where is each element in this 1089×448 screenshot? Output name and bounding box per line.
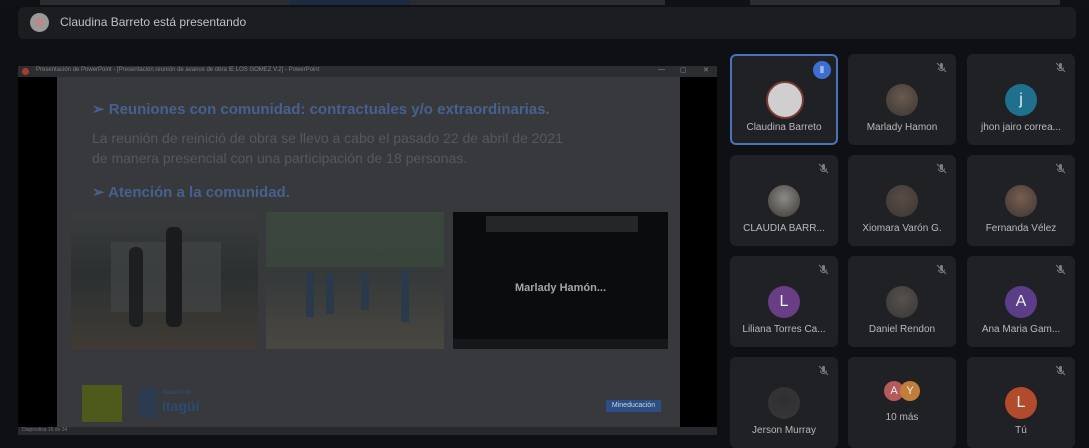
slide-body-line: La reunión de reinició de obra se llevo … [92,130,563,146]
participant-avatar: j [1005,84,1037,116]
participant-avatar [768,185,800,217]
mic-off-icon [818,163,829,177]
video-call-toolbar [453,339,668,349]
participant-name: CLAUDIA BARR... [743,223,825,234]
itagui-shield-logo [139,388,157,418]
mic-off-icon [936,264,947,278]
video-call-thumbnails [486,216,638,232]
participant-name: jhon jairo correa... [980,122,1062,133]
itagui-logo-text: Itagüí [162,398,200,414]
slide-bullet-meetings: ➢ Reuniones con comunidad: contractuales… [92,101,550,118]
slide-photo-meeting [71,212,258,349]
mic-off-icon [936,62,947,76]
filmstrip-thumbnail[interactable] [750,0,1060,5]
participant-name: Daniel Rendon [868,324,936,335]
close-icon: ✕ [703,67,709,74]
presenting-label: Claudina Barreto está presentando [60,15,247,29]
logo-green [82,385,122,422]
slide-body-line: de manera presencial con una participaci… [92,150,468,166]
participant-avatar: Y [900,381,920,401]
slide-photo-community [266,212,444,349]
participant-avatar [886,84,918,116]
participant-avatar [766,81,804,119]
video-call-participant-name: Marlady Hamón... [514,282,607,294]
participant-avatar [886,286,918,318]
audio-bars-icon: ⦀ [813,61,831,79]
participant-name: Marlady Hamon [866,122,938,133]
filmstrip-thumbnail[interactable] [410,0,665,5]
slide-counter: Diapositiva 16 de 34 [22,427,68,433]
participant-name: Jerson Murray [752,425,816,436]
mic-off-icon [818,264,829,278]
minimize-icon: — [658,66,665,73]
participant-name: Claudina Barreto [746,122,822,133]
mic-off-icon [1055,163,1066,177]
participant-avatar [1005,185,1037,217]
participant-name: Ana Maria Gam... [981,324,1061,335]
participant-name: Fernanda Vélez [985,223,1057,234]
filmstrip-thumbnail[interactable] [290,0,410,5]
participant-name: Tú [1015,425,1027,436]
presenter-avatar-logo [35,18,44,27]
powerpoint-icon [22,68,29,75]
slide-bullet-attention: ➢ Atención a la comunidad. [92,184,290,201]
participant-avatar [886,185,918,217]
powerpoint-window-title: Presentación de PowerPoint - [Presentaci… [36,67,320,73]
mic-off-icon [818,365,829,379]
maximize-icon: ▢ [680,67,687,74]
filmstrip-thumbnail[interactable] [40,0,300,5]
mineducacion-logo: Mineducación [606,400,661,412]
participant-avatar: L [1005,387,1037,419]
participant-name: Xiomara Varón G. [862,223,942,234]
mic-off-icon [936,163,947,177]
participant-tile[interactable] [848,357,956,448]
participant-name: Liliana Torres Ca... [742,324,826,335]
mic-off-icon [1055,62,1066,76]
participant-avatar [768,387,800,419]
participant-name: 10 más [885,412,919,423]
mic-off-icon [1055,365,1066,379]
slide-photo-video-call [453,212,668,349]
mic-off-icon [1055,264,1066,278]
powerpoint-statusbar [18,427,717,435]
participant-avatar: L [768,286,800,318]
itagui-logo-caption: Alcaldía de [162,390,192,396]
participant-avatar: A [1005,286,1037,318]
